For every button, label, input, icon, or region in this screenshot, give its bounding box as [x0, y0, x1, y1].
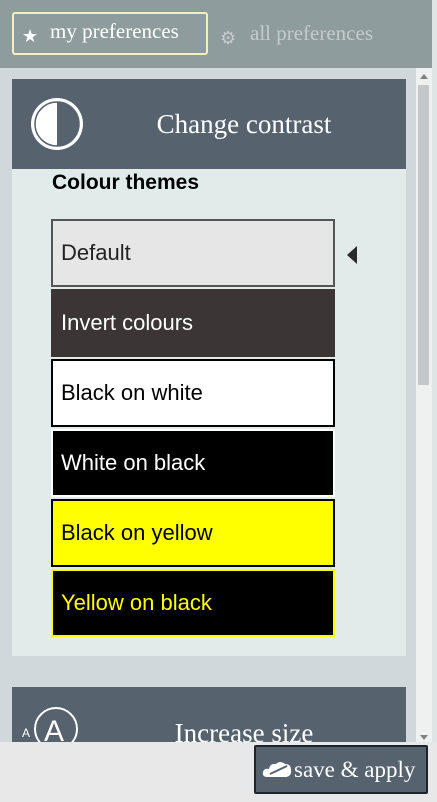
contrast-panel-header: Change contrast: [12, 79, 406, 169]
theme-option-black-on-yellow[interactable]: Black on yellow: [51, 499, 335, 567]
theme-option-black-on-white[interactable]: Black on white: [51, 359, 335, 427]
theme-option-label: Default: [61, 240, 131, 265]
svg-text:A: A: [44, 715, 64, 742]
colour-themes-heading: Colour themes: [52, 171, 200, 194]
cloud-icon: [262, 761, 292, 777]
size-panel-header[interactable]: A A Increase size: [12, 687, 406, 742]
theme-option-label: White on black: [61, 450, 206, 475]
preferences-tab-bar: ★ my preferences ⚙ all preferences: [0, 0, 432, 68]
scroll-down-arrow-icon[interactable]: [420, 735, 428, 740]
theme-option-default[interactable]: Default: [51, 219, 335, 287]
footer-bar: save & apply: [0, 742, 437, 802]
tab-my-preferences-label: my preferences: [50, 19, 179, 43]
theme-option-label: Invert colours: [61, 310, 194, 335]
gear-icon: ⚙: [220, 27, 237, 48]
theme-option-white-on-black[interactable]: White on black: [51, 429, 335, 497]
window-edge: [432, 0, 437, 742]
tab-my-preferences[interactable]: ★ my preferences: [12, 12, 208, 55]
scrollbar-thumb[interactable]: [418, 85, 429, 385]
theme-option-label: Black on yellow: [61, 520, 213, 545]
selected-theme-indicator-icon: [347, 246, 357, 264]
svg-text:A: A: [22, 726, 30, 740]
theme-option-yellow-on-black[interactable]: Yellow on black: [51, 569, 335, 637]
theme-option-invert-colours[interactable]: Invert colours: [51, 289, 335, 357]
tab-all-preferences-label: all preferences: [250, 20, 373, 45]
theme-option-label: Black on white: [61, 380, 203, 405]
save-and-apply-button[interactable]: save & apply: [254, 745, 428, 794]
contrast-panel-title: Change contrast: [156, 109, 332, 139]
size-panel-title: Increase size: [174, 718, 314, 742]
tab-all-preferences[interactable]: ⚙ all preferences: [220, 18, 373, 50]
contrast-panel: Change contrast Colour themes Default In…: [12, 79, 406, 656]
text-size-icon: A A: [22, 707, 78, 742]
save-and-apply-label: save & apply: [294, 756, 416, 782]
theme-option-label: Yellow on black: [61, 590, 212, 615]
vertical-scrollbar[interactable]: [416, 68, 432, 742]
star-icon: ★: [22, 26, 39, 46]
contrast-icon: [31, 98, 83, 150]
scroll-up-arrow-icon[interactable]: [420, 74, 428, 79]
